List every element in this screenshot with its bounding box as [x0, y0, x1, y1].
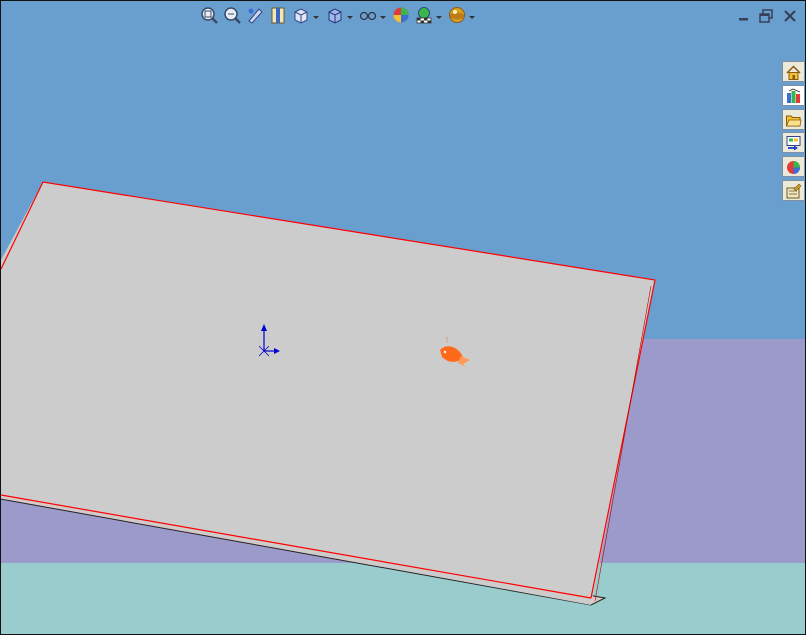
design-library-icon — [787, 88, 801, 103]
view-settings-icon[interactable] — [447, 5, 467, 25]
close-icon[interactable] — [781, 7, 799, 25]
zoom-to-fit-icon[interactable] — [199, 5, 219, 25]
plane-face[interactable] — [1, 182, 655, 605]
task-pane-tab-design-library[interactable] — [782, 85, 804, 106]
view-palette-icon — [786, 136, 801, 151]
scene-canvas — [1, 181, 656, 606]
view-orientation-icon[interactable] — [291, 5, 311, 25]
hide-show-items-dropdown-icon[interactable] — [379, 5, 387, 25]
restore-icon[interactable] — [757, 7, 775, 25]
window-controls — [735, 7, 801, 25]
display-style-icon[interactable] — [325, 5, 345, 25]
apply-scene-icon[interactable] — [414, 5, 434, 25]
task-pane-tab-appearances[interactable] — [782, 156, 804, 177]
appearances-scenes-icon — [787, 161, 800, 174]
section-view-icon[interactable] — [268, 5, 288, 25]
task-pane-tab-file-explorer[interactable] — [782, 109, 804, 130]
task-pane-tab-view-palette[interactable] — [782, 132, 804, 153]
task-pane-tab-custom-properties[interactable] — [782, 180, 804, 201]
graphics-area[interactable] — [0, 0, 806, 635]
zoom-to-area-icon[interactable] — [222, 5, 242, 25]
file-explorer-icon — [785, 115, 802, 127]
apply-scene-dropdown-icon[interactable] — [435, 5, 443, 25]
edit-appearance-icon[interactable] — [391, 5, 411, 25]
task-pane-tab-home[interactable] — [782, 61, 804, 82]
display-style-dropdown-icon[interactable] — [346, 5, 354, 25]
hide-show-items-icon[interactable] — [358, 5, 378, 25]
previous-view-icon[interactable] — [245, 5, 265, 25]
view-settings-dropdown-icon[interactable] — [468, 5, 476, 25]
view-orientation-dropdown-icon[interactable] — [312, 5, 320, 25]
custom-properties-icon — [786, 183, 802, 199]
home-icon — [786, 65, 801, 80]
minimize-icon[interactable] — [735, 7, 753, 25]
